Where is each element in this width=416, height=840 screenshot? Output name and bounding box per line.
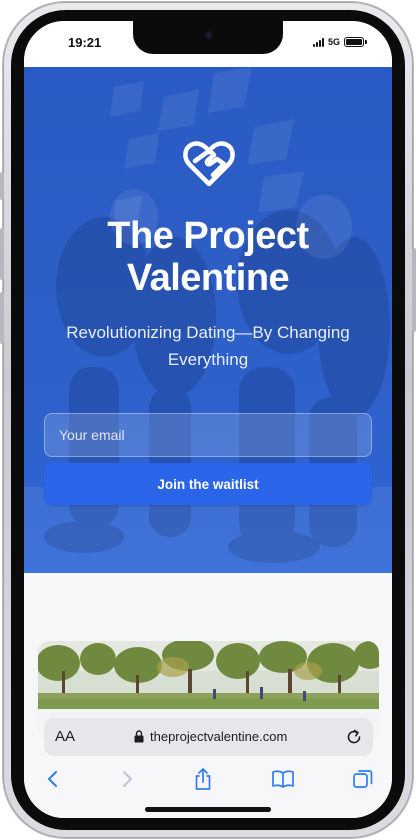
share-icon[interactable] (185, 761, 221, 797)
back-icon[interactable] (35, 761, 71, 797)
battery-icon (344, 37, 367, 47)
network-label: 5G (327, 37, 340, 47)
forward-icon[interactable] (109, 761, 145, 797)
heart-handshake-icon (183, 141, 235, 187)
address-bar[interactable]: AA theprojectvalentine.com (44, 718, 373, 756)
browser-bottom-bar: AA theprojectvalentine.com (24, 709, 392, 818)
tabs-icon[interactable] (345, 761, 381, 797)
volume-up-button (0, 228, 4, 280)
page-title: The Project Valentine (107, 215, 309, 299)
status-indicators: 5G (312, 37, 367, 47)
volume-down-button (0, 292, 4, 344)
join-waitlist-button[interactable]: Join the waitlist (44, 463, 372, 505)
notch (133, 21, 283, 54)
phone-screen: 19:21 5G The Project Valentine Revolutio… (24, 21, 392, 818)
hero-section: The Project Valentine Revolutionizing Da… (24, 67, 392, 573)
status-bar: 19:21 5G (24, 21, 392, 67)
home-indicator (145, 807, 271, 812)
lock-icon (134, 730, 144, 743)
hero-subtitle: Revolutionizing Dating—By Changing Every… (66, 323, 350, 369)
url-text: theprojectvalentine.com (150, 729, 288, 744)
bookmarks-icon[interactable] (265, 761, 301, 797)
status-time: 19:21 (68, 35, 102, 50)
camera-icon (205, 31, 213, 39)
email-input[interactable] (44, 413, 372, 457)
reload-icon[interactable] (345, 728, 363, 746)
url-display[interactable]: theprojectvalentine.com (134, 729, 287, 744)
text-size-button[interactable]: AA (55, 728, 75, 745)
browser-toolbar (24, 761, 392, 797)
power-button (412, 248, 416, 332)
action-button (0, 172, 4, 200)
signal-icon (312, 37, 324, 47)
